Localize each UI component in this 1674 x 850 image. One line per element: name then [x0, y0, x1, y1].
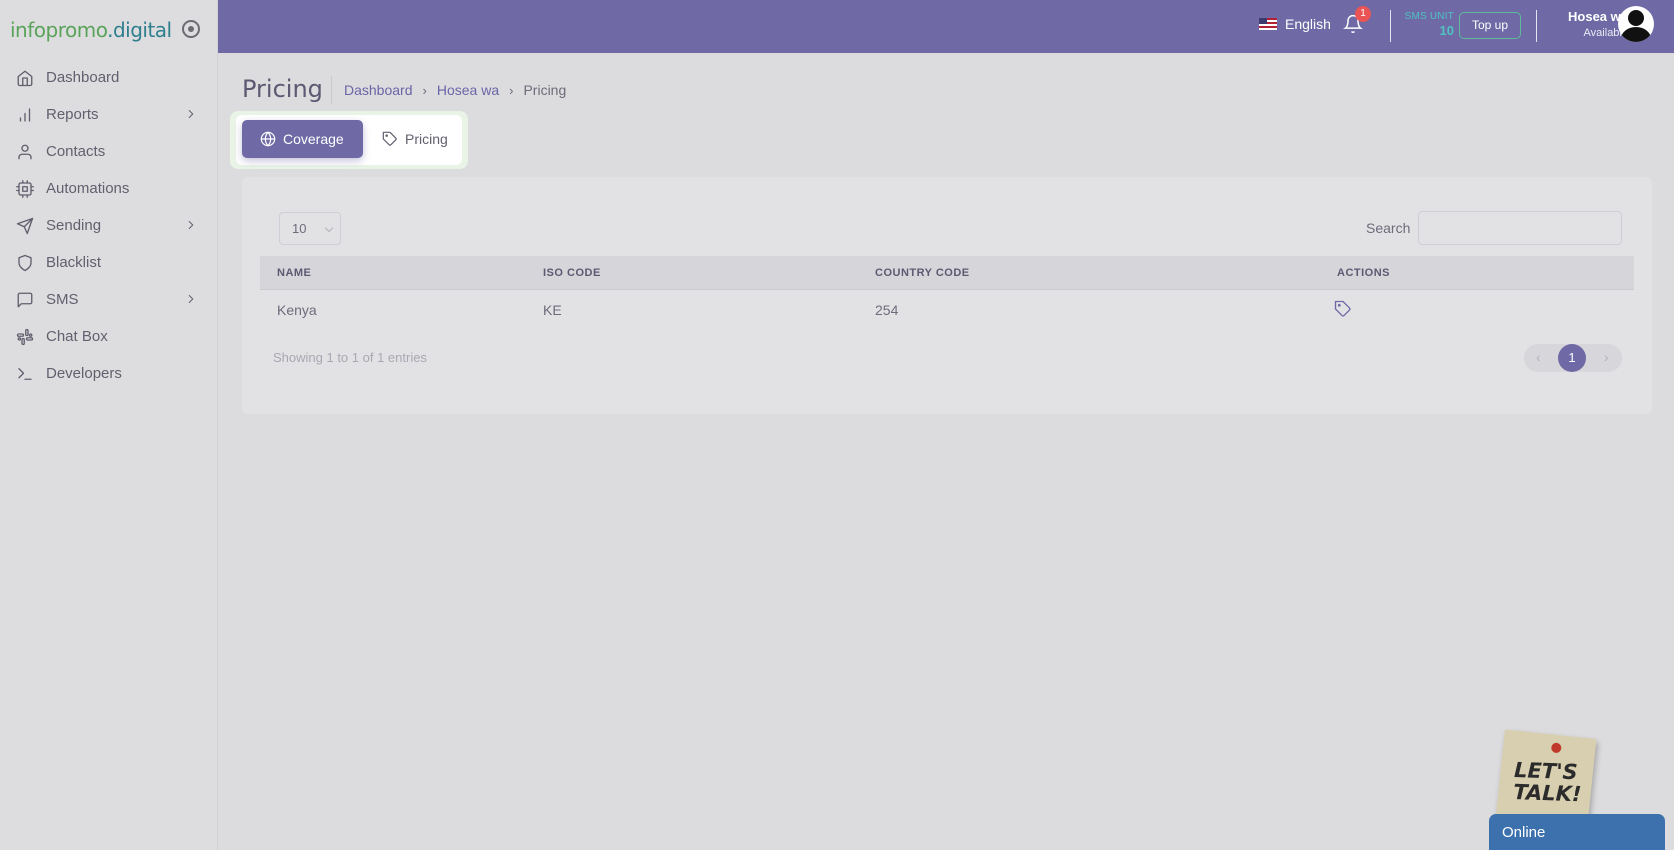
chevron-right-icon [188, 294, 194, 304]
chevron-right-icon [188, 220, 194, 230]
table-row: Kenya KE 254 [260, 290, 1634, 328]
terminal-icon [18, 367, 32, 380]
cell-country-code: 254 [875, 302, 899, 318]
sidebar-item-label: SMS [46, 291, 79, 308]
pagination-page-1[interactable]: 1 [1558, 344, 1586, 372]
avatar[interactable] [1618, 6, 1654, 42]
language-selector[interactable]: English [1259, 16, 1331, 32]
sidebar-item-sms[interactable]: SMS [0, 281, 218, 318]
send-icon [16, 217, 34, 234]
brand-name-part1: infopromo [10, 18, 108, 42]
cpu-icon [16, 179, 34, 198]
tab-pricing[interactable]: Pricing [382, 120, 448, 158]
breadcrumb: Dashboard › Hosea wa › Pricing [344, 82, 566, 98]
sidebar-item-developers[interactable]: Developers [0, 355, 218, 392]
header-divider [1390, 10, 1391, 42]
breadcrumb-dashboard-link[interactable]: Dashboard [344, 82, 413, 98]
sidebar-item-label: Chat Box [46, 328, 108, 345]
top-up-button[interactable]: Top up [1459, 12, 1522, 39]
notification-count-badge: 1 [1355, 6, 1371, 22]
sidebar-item-label: Developers [46, 365, 122, 382]
pagination: ‹ 1 › [1524, 344, 1622, 372]
sidebar-item-sending[interactable]: Sending [0, 207, 218, 244]
sidebar-item-dashboard[interactable]: Dashboard [0, 59, 218, 96]
sidebar-item-label: Contacts [46, 143, 106, 160]
sidebar-collapse-toggle-icon[interactable] [182, 20, 200, 38]
column-header-iso-code[interactable]: ISO CODE [543, 267, 601, 279]
home-icon [17, 70, 33, 86]
chat-online-bar[interactable]: Online [1489, 814, 1665, 850]
user-status: Available [1583, 27, 1628, 39]
shield-icon [18, 254, 32, 271]
us-flag-icon [1259, 18, 1277, 30]
sidebar-item-label: Automations [46, 180, 130, 197]
view-pricing-action[interactable] [1334, 300, 1352, 318]
breadcrumb-user-link[interactable]: Hosea wa [437, 82, 499, 98]
table-header: NAME ISO CODE COUNTRY CODE ACTIONS [260, 256, 1634, 290]
coverage-card: 10 Search NAME ISO CODE COUNTRY CODE ACT… [242, 177, 1652, 414]
sms-unit-value: 10 [1439, 23, 1454, 38]
table-info: Showing 1 to 1 of 1 entries [273, 350, 427, 365]
tab-label: Pricing [405, 131, 448, 147]
header-divider [1536, 10, 1537, 42]
sidebar-item-chat-box[interactable]: Chat Box [0, 318, 218, 355]
lets-talk-text: LET'S TALK! [1512, 758, 1583, 807]
chevron-right-icon [188, 109, 194, 119]
sidebar-item-reports[interactable]: Reports [0, 96, 218, 133]
sidebar-item-label: Blacklist [46, 254, 102, 271]
pagination-previous-button[interactable]: ‹ [1536, 349, 1541, 365]
entries-length-value: 10 [292, 221, 307, 236]
breadcrumb-current: Pricing [523, 82, 567, 98]
title-divider [331, 76, 332, 104]
tag-icon [1334, 300, 1351, 317]
sidebar-item-automations[interactable]: Automations [0, 170, 218, 207]
sidebar: infopromo.digital Dashboard Reports Cont… [0, 0, 218, 850]
search-label: Search [1366, 220, 1411, 236]
top-navbar: English 1 SMS UNIT 10 Top up Hosea wa Av… [218, 0, 1674, 53]
column-header-actions: ACTIONS [1337, 267, 1390, 279]
search-input[interactable] [1418, 211, 1622, 245]
globe-icon [260, 131, 276, 147]
brand-logo[interactable]: infopromo.digital [10, 18, 172, 42]
language-label: English [1285, 16, 1331, 32]
message-square-icon [17, 292, 33, 307]
pagination-next-button[interactable]: › [1604, 349, 1609, 365]
cell-iso-code: KE [543, 302, 562, 318]
cell-name: Kenya [277, 302, 317, 318]
sms-unit-label: SMS UNIT [1404, 11, 1454, 22]
tab-coverage[interactable]: Coverage [242, 120, 363, 158]
breadcrumb-separator-icon: › [422, 82, 427, 98]
sidebar-item-label: Reports [46, 106, 99, 123]
slack-icon [16, 328, 34, 345]
lets-talk-line: TALK! [1512, 780, 1582, 807]
column-header-country-code[interactable]: COUNTRY CODE [875, 267, 970, 279]
tag-icon [382, 131, 397, 146]
tab-label: Coverage [283, 131, 344, 147]
user-icon [18, 144, 32, 159]
bar-chart-icon [19, 107, 31, 122]
page-title: Pricing [242, 75, 323, 103]
sidebar-item-label: Sending [46, 217, 102, 234]
sidebar-item-contacts[interactable]: Contacts [0, 133, 218, 170]
sidebar-item-label: Dashboard [46, 69, 120, 86]
sidebar-item-blacklist[interactable]: Blacklist [0, 244, 218, 281]
pushpin-icon [1550, 742, 1562, 754]
brand-name-part2: .digital [107, 18, 172, 42]
entries-length-select[interactable]: 10 [279, 212, 341, 245]
user-name: Hosea wa [1568, 9, 1628, 24]
chevron-down-icon [324, 223, 334, 233]
sms-unit-balance: SMS UNIT 10 [1398, 11, 1454, 38]
breadcrumb-separator-icon: › [509, 82, 514, 98]
column-header-name[interactable]: NAME [277, 267, 311, 279]
user-dropdown[interactable]: Hosea wa Available [1538, 9, 1628, 39]
sidebar-nav: Dashboard Reports Contacts Automations S… [0, 59, 218, 392]
